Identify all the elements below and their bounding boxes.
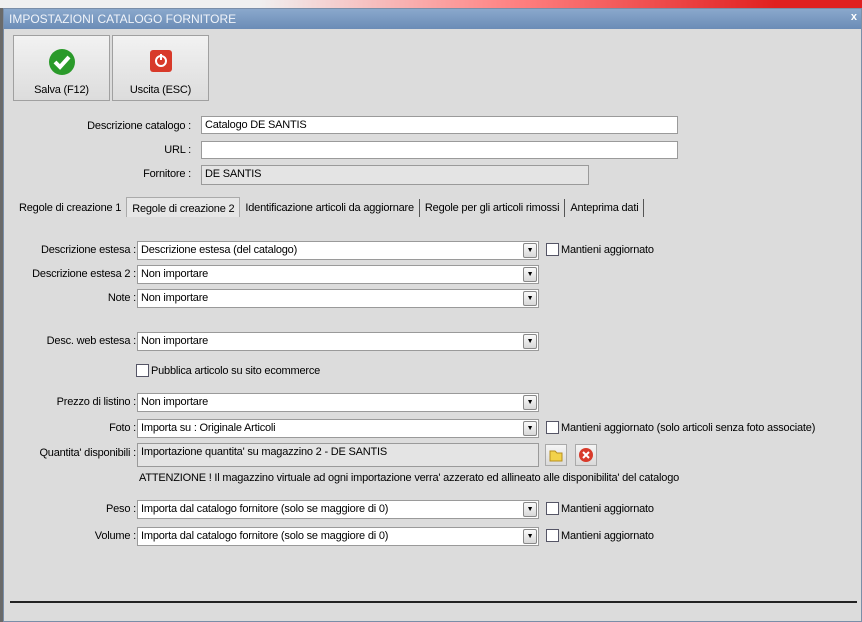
checkbox-box[interactable] <box>546 243 559 256</box>
chevron-down-icon[interactable]: ▼ <box>523 502 537 517</box>
volume-select[interactable]: Importa dal catalogo fornitore (solo se … <box>137 527 539 546</box>
exit-label: Uscita (ESC) <box>129 84 192 96</box>
checkbox-box[interactable] <box>136 364 149 377</box>
catalog-description-input[interactable]: Catalogo DE SANTIS <box>201 116 678 134</box>
select-value: Importa dal catalogo fornitore (solo se … <box>141 530 389 542</box>
checkbox-label: Mantieni aggiornato <box>561 503 654 515</box>
title-bar: IMPOSTAZIONI CATALOGO FORNITORE x <box>4 9 861 29</box>
tab-data-preview[interactable]: Anteprima dati <box>565 199 645 217</box>
select-value: Non importare <box>141 268 209 280</box>
quantity-field: Importazione quantita' su magazzino 2 - … <box>137 443 539 467</box>
folder-icon <box>549 450 563 462</box>
exit-button[interactable]: Uscita (ESC) <box>112 35 209 101</box>
select-value: Importa dal catalogo fornitore (solo se … <box>141 503 389 515</box>
chevron-down-icon[interactable]: ▼ <box>523 243 537 258</box>
checkbox-label: Mantieni aggiornato (solo articoli senza… <box>561 422 816 434</box>
chevron-down-icon[interactable]: ▼ <box>523 291 537 306</box>
list-price-select[interactable]: Non importare ▼ <box>137 393 539 412</box>
list-price-label: Prezzo di listino : <box>56 396 137 408</box>
keep-updated-weight-checkbox[interactable]: Mantieni aggiornato <box>546 502 654 515</box>
quantity-label: Quantita' disponibili : <box>39 447 136 459</box>
warning-text: ATTENZIONE ! Il magazzino virtuale ad og… <box>139 472 680 484</box>
extended-description-select[interactable]: Descrizione estesa (del catalogo) ▼ <box>137 241 539 260</box>
dialog-window: IMPOSTAZIONI CATALOGO FORNITORE x Salva … <box>3 8 862 622</box>
checkbox-label: Mantieni aggiornato <box>561 530 654 542</box>
select-value: Non importare <box>141 335 209 347</box>
catalog-description-label: Descrizione catalogo : <box>87 120 191 132</box>
keep-updated-desc-checkbox[interactable]: Mantieni aggiornato <box>546 243 654 256</box>
tab-creation-rules-2[interactable]: Regole di creazione 2 <box>126 197 241 217</box>
power-icon <box>150 50 172 72</box>
chevron-down-icon[interactable]: ▼ <box>523 421 537 436</box>
url-input[interactable] <box>201 141 678 159</box>
extended-description-label: Descrizione estesa : <box>40 244 136 256</box>
checkbox-label: Mantieni aggiornato <box>561 244 654 256</box>
weight-select[interactable]: Importa dal catalogo fornitore (solo se … <box>137 500 539 519</box>
web-description-select[interactable]: Non importare ▼ <box>137 332 539 351</box>
url-label: URL : <box>164 144 191 156</box>
select-value: Non importare <box>141 396 209 408</box>
select-value: Importa su : Originale Articoli <box>141 422 276 434</box>
checkbox-box[interactable] <box>546 421 559 434</box>
tab-creation-rules-1[interactable]: Regole di creazione 1 <box>14 199 126 217</box>
supplier-label: Fornitore : <box>143 168 191 180</box>
save-button[interactable]: Salva (F12) <box>13 35 110 101</box>
checkbox-box[interactable] <box>546 502 559 515</box>
close-button[interactable]: x <box>851 11 857 23</box>
tab-panel: Descrizione estesa : Descrizione estesa … <box>10 217 857 603</box>
checkbox-box[interactable] <box>546 529 559 542</box>
photo-label: Foto : <box>109 422 136 434</box>
keep-updated-volume-checkbox[interactable]: Mantieni aggiornato <box>546 529 654 542</box>
delete-icon <box>579 448 593 462</box>
supplier-field: DE SANTIS <box>201 165 589 185</box>
note-select[interactable]: Non importare ▼ <box>137 289 539 308</box>
select-value: Descrizione estesa (del catalogo) <box>141 244 298 256</box>
photo-select[interactable]: Importa su : Originale Articoli ▼ <box>137 419 539 438</box>
chevron-down-icon[interactable]: ▼ <box>523 334 537 349</box>
chevron-down-icon[interactable]: ▼ <box>523 267 537 282</box>
volume-label: Volume : <box>94 530 136 542</box>
chevron-down-icon[interactable]: ▼ <box>523 529 537 544</box>
web-description-label: Desc. web estesa : <box>46 335 137 347</box>
folder-button[interactable] <box>545 444 567 466</box>
checkmark-icon <box>49 49 75 75</box>
tab-removed-articles[interactable]: Regole per gli articoli rimossi <box>420 199 566 217</box>
keep-updated-photo-checkbox[interactable]: Mantieni aggiornato (solo articoli senza… <box>546 421 815 434</box>
checkbox-label: Pubblica articolo su sito ecommerce <box>151 365 321 377</box>
extended-description-2-label: Descrizione estesa 2 : <box>32 268 136 280</box>
tab-bar: Regole di creazione 1 Regole di creazion… <box>14 197 645 217</box>
extended-description-2-select[interactable]: Non importare ▼ <box>137 265 539 284</box>
clear-quantity-button[interactable] <box>575 444 597 466</box>
note-label: Note : <box>107 292 136 304</box>
chevron-down-icon[interactable]: ▼ <box>523 395 537 410</box>
select-value: Non importare <box>141 292 209 304</box>
weight-label: Peso : <box>106 503 136 515</box>
publish-ecommerce-checkbox[interactable]: Pubblica articolo su sito ecommerce <box>136 364 320 377</box>
tab-identify-articles[interactable]: Identificazione articoli da aggiornare <box>240 199 420 217</box>
window-title: IMPOSTAZIONI CATALOGO FORNITORE <box>9 12 237 26</box>
background-app-strip <box>0 0 862 8</box>
save-label: Salva (F12) <box>34 84 89 96</box>
